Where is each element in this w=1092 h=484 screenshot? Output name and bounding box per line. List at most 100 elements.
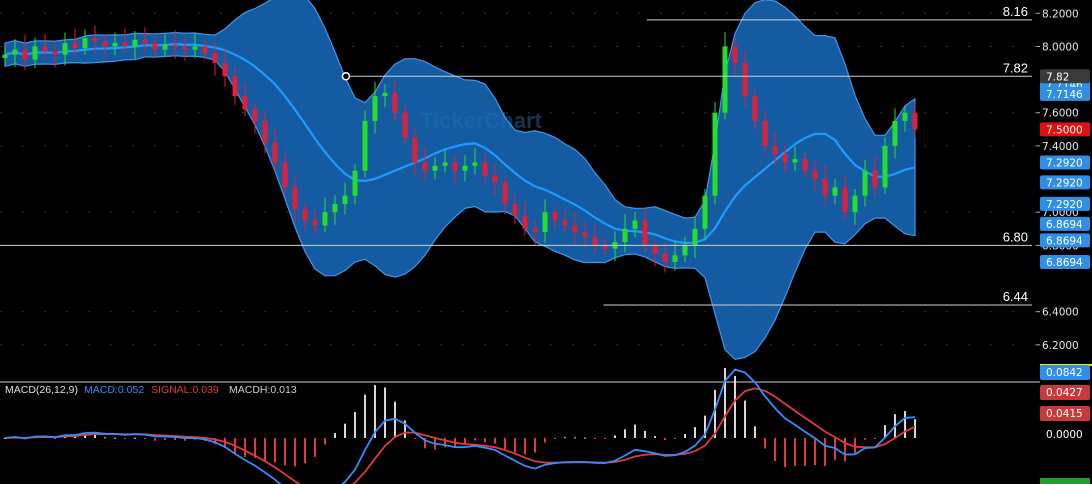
candle-body — [682, 245, 688, 256]
candle-body — [772, 145, 778, 155]
macd-title: MACD(26,12,9) — [5, 384, 78, 396]
macd-histogram-bar — [334, 432, 336, 438]
macd-histogram-bar — [614, 435, 616, 438]
price-tag-label: 7.7146 — [1046, 89, 1083, 101]
candle-body — [382, 92, 388, 97]
candle-body — [122, 43, 128, 47]
macd-histogram-bar — [514, 438, 516, 453]
candle-body — [292, 187, 298, 209]
macd-histogram-bar — [174, 438, 176, 440]
candle-body — [192, 46, 198, 50]
macd-histogram-bar — [384, 387, 386, 438]
candle-body — [182, 46, 188, 50]
candle-body — [582, 232, 588, 238]
macd-tick-label: 0.0000 — [1046, 429, 1083, 441]
macd-histogram-bar — [304, 438, 306, 464]
candle-body — [92, 38, 98, 42]
macd-histogram-bar — [624, 429, 626, 438]
macd-tick-label: 0.0427 — [1046, 387, 1083, 399]
candle-body — [742, 63, 748, 97]
axis-tick-label: 7.4000 — [1042, 141, 1079, 153]
candle-body — [552, 212, 558, 221]
candle-body — [912, 112, 918, 130]
macd-histogram-bar — [544, 438, 546, 443]
candle-body — [152, 43, 158, 50]
candle-body — [662, 253, 668, 262]
macd-histogram-bar — [774, 438, 776, 461]
candle-body — [822, 179, 828, 196]
macd-histogram-bar — [494, 438, 496, 444]
price-tag-label: 7.2920 — [1046, 157, 1083, 169]
macd-histogram-bar — [604, 438, 606, 439]
candle-body — [812, 170, 818, 180]
macd-histogram-bar — [804, 438, 806, 466]
price-tag-label: 7.5000 — [1046, 124, 1083, 136]
macd-histogram-bar — [154, 438, 156, 441]
candle-body — [622, 228, 628, 243]
axis-tick-label: 8.0000 — [1042, 41, 1079, 53]
candle-body — [482, 162, 488, 176]
macd-histogram-bar — [524, 438, 526, 455]
macd-histogram-bar — [664, 438, 666, 441]
candle-body — [432, 165, 438, 171]
candle-body — [242, 96, 248, 110]
candle-body — [792, 159, 798, 163]
candle-body — [232, 76, 238, 97]
macd-histogram-bar — [134, 437, 136, 439]
macd-histogram-bar — [744, 400, 746, 438]
candle-body — [352, 170, 358, 196]
macd-histogram-bar — [844, 438, 846, 462]
candle-body — [302, 208, 308, 221]
candle-body — [902, 112, 908, 122]
macdh-value: MACDH:0.013 — [229, 384, 297, 396]
macd-histogram-bar — [684, 434, 686, 438]
level-anchor-point[interactable] — [341, 72, 351, 81]
candle-body — [842, 187, 848, 213]
macd-histogram-bar — [164, 438, 166, 440]
signal-value: SIGNAL:0.039 — [151, 384, 219, 396]
candle-body — [732, 46, 738, 63]
candle-body — [142, 39, 148, 44]
candle-body — [852, 195, 858, 213]
price-tag-label: 6.8694 — [1046, 235, 1083, 247]
candle-body — [502, 182, 508, 204]
macd-histogram-bar — [324, 438, 326, 445]
candle-body — [52, 51, 58, 55]
macd-histogram-bar — [124, 438, 126, 440]
axis-tick-label: 6.4000 — [1042, 307, 1079, 319]
macd-histogram-bar — [874, 438, 876, 439]
candle-body — [332, 203, 338, 213]
macd-tick-label: 0.0842 — [1046, 367, 1083, 379]
candle-body — [282, 162, 288, 188]
candle-body — [572, 225, 578, 233]
axis-tick-label: 7.6000 — [1042, 108, 1079, 120]
candle-body — [492, 175, 498, 183]
candle-body — [862, 170, 868, 196]
macd-histogram-bar — [364, 394, 366, 438]
macd-histogram-bar — [594, 438, 596, 439]
macd-histogram-bar — [814, 438, 816, 466]
macd-histogram-bar — [724, 367, 726, 438]
candle-body — [112, 43, 118, 47]
macd-histogram-bar — [674, 438, 676, 439]
candle-body — [172, 44, 178, 47]
candle-body — [362, 121, 368, 171]
candle-body — [72, 43, 78, 49]
candle-body — [652, 245, 658, 254]
candle-body — [212, 53, 218, 63]
candle-body — [512, 203, 518, 216]
level-label: 6.80 — [1003, 229, 1028, 244]
stock-chart[interactable]: TickerChart 8.167.826.806.44 8.20008.000… — [0, 0, 1092, 484]
level-label: 7.82 — [1003, 60, 1028, 75]
candle-body — [532, 228, 538, 233]
price-tag-label: 6.8694 — [1046, 219, 1083, 231]
candle-body — [252, 109, 258, 122]
candle-body — [522, 215, 528, 229]
candle-body — [562, 220, 568, 226]
macd-histogram-bar — [474, 438, 476, 441]
candle-body — [162, 44, 168, 50]
macd-histogram-bar — [104, 437, 106, 439]
macd-histogram-bar — [694, 427, 696, 438]
macd-histogram-bar — [554, 438, 556, 439]
candle-body — [102, 41, 108, 47]
